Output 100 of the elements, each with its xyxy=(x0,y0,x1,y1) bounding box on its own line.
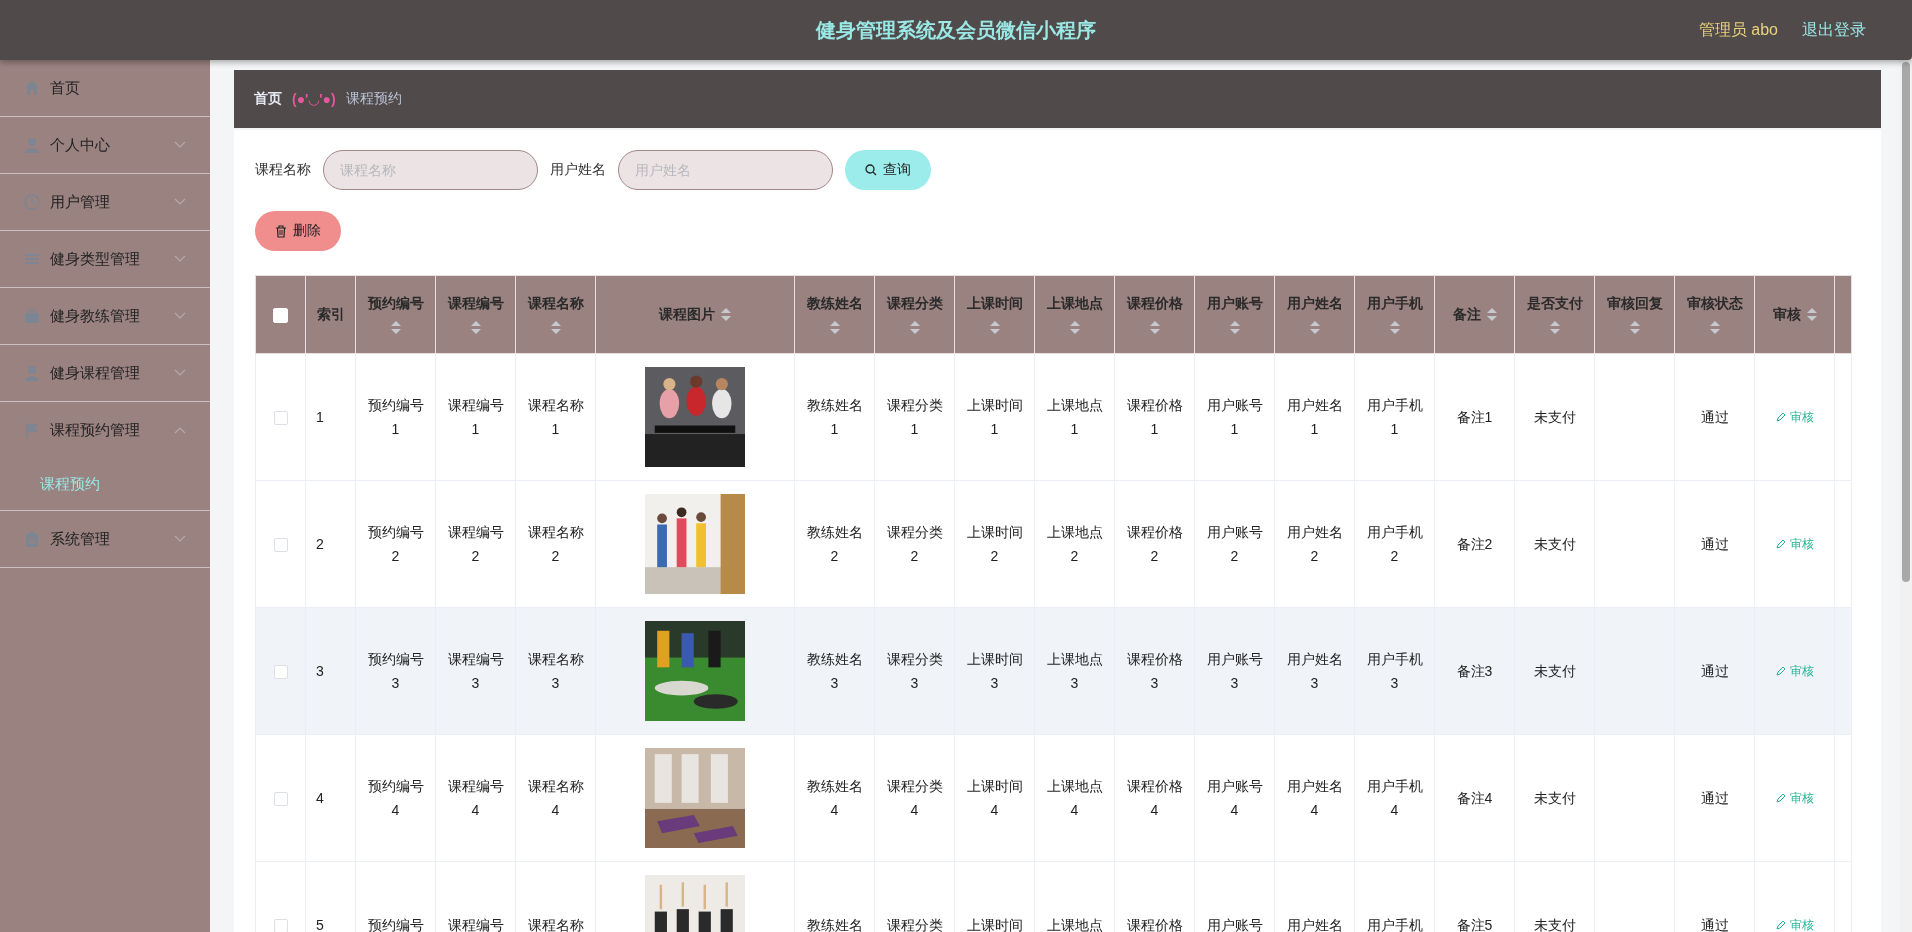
table-cell-text: 用户姓名 4 xyxy=(1285,777,1344,820)
sort-icon[interactable] xyxy=(550,321,561,334)
sort-icon[interactable] xyxy=(1069,321,1080,334)
sort-icon[interactable] xyxy=(721,308,731,321)
review-link[interactable]: 审核 xyxy=(1775,662,1814,680)
table-row[interactable]: 3 预约编号 3 课程编号 3 课程名称 3 教练姓名 3 课程分类 3 上课时间 3 上课地点 3 课程价格 3 用户账号 3 用户姓名 3 用户手机 3 备注3 未支付 通过 审核 xyxy=(255,607,1852,735)
table-cell-text: 课程名称 3 xyxy=(526,650,585,693)
table-cell-text: 课程价格 3 xyxy=(1125,650,1184,693)
table-row[interactable]: 2 预约编号 2 课程编号 2 课程名称 2 教练姓名 2 课程分类 2 上课时间 2 上课地点 2 课程价格 2 用户账号 2 用户姓名 2 用户手机 2 备注2 未支付 通过 审核 xyxy=(255,480,1852,608)
sidebar-subitem[interactable]: 课程预约 xyxy=(0,458,210,510)
table-cell-text: 用户手机 xyxy=(1366,916,1423,932)
sidebar-item[interactable]: 健身课程管理 xyxy=(0,345,210,401)
table-cell-text: 教练姓名 1 xyxy=(805,396,864,439)
checkbox[interactable] xyxy=(273,411,288,426)
table-cell-text: 未支付 xyxy=(1533,789,1576,808)
admin-name: 管理员 abo xyxy=(1698,19,1778,40)
review-link[interactable]: 审核 xyxy=(1775,408,1814,426)
sidebar-item[interactable]: 用户管理 xyxy=(0,174,210,230)
sort-icon[interactable] xyxy=(1629,321,1640,334)
sort-icon[interactable] xyxy=(1806,308,1817,321)
sidebar-item[interactable]: 个人中心 xyxy=(0,117,210,173)
column-header: 索引 xyxy=(305,275,356,354)
column-header[interactable]: 用户姓名 xyxy=(1274,275,1355,354)
column-header[interactable]: 预约编号 xyxy=(355,275,436,354)
table-cell-text: 备注1 xyxy=(1456,408,1493,427)
column-header[interactable]: 课程图片 xyxy=(595,275,795,354)
edit-icon xyxy=(1775,412,1786,422)
table-cell-text: 教练姓名 2 xyxy=(805,523,864,566)
sort-icon[interactable] xyxy=(989,321,1000,334)
sort-icon[interactable] xyxy=(1229,321,1240,334)
table-cell-text: 未支付 xyxy=(1533,916,1576,932)
review-link[interactable]: 审核 xyxy=(1775,535,1814,553)
table-cell-text: 课程名称 xyxy=(527,916,584,932)
sort-icon[interactable] xyxy=(1149,321,1160,334)
column-header[interactable]: 课程编号 xyxy=(435,275,516,354)
table-row[interactable]: 1 预约编号 1 课程编号 1 课程名称 1 教练姓名 1 课程分类 1 上课时间 1 上课地点 1 课程价格 1 用户账号 1 用户姓名 1 用户手机 1 备注1 未支付 通过 审核 xyxy=(255,353,1852,481)
column-header[interactable]: 课程名称 xyxy=(515,275,596,354)
sidebar-item[interactable]: 系统管理 xyxy=(0,511,210,567)
sort-icon[interactable] xyxy=(829,321,840,334)
breadcrumb-link[interactable]: 首页 xyxy=(254,90,282,108)
column-header[interactable]: 备注 xyxy=(1434,275,1515,354)
table-row[interactable]: 4 预约编号 4 课程编号 4 课程名称 4 教练姓名 4 课程分类 4 上课时间 4 上课地点 4 课程价格 4 用户账号 4 用户姓名 4 用户手机 4 备注4 未支付 通过 审核 xyxy=(255,734,1852,862)
sort-icon[interactable] xyxy=(1389,321,1400,334)
scrollbar[interactable] xyxy=(1900,60,1912,932)
checkbox[interactable] xyxy=(273,792,288,807)
sidebar-item[interactable]: 课程预约管理 xyxy=(0,402,210,458)
table-cell-text: 1 xyxy=(316,408,324,427)
sort-icon[interactable] xyxy=(1486,308,1497,321)
table-cell-text: 用户手机 4 xyxy=(1365,777,1424,820)
column-header[interactable]: 课程分类 xyxy=(874,275,955,354)
sort-icon[interactable] xyxy=(909,321,920,334)
column-header[interactable]: 审核 xyxy=(1754,275,1835,354)
checkbox[interactable] xyxy=(273,665,288,680)
search-button[interactable]: 查询 xyxy=(845,150,931,190)
table-cell-text: 预约编号 3 xyxy=(366,650,425,693)
sort-icon[interactable] xyxy=(470,321,481,334)
table-cell-text: 用户姓名 xyxy=(1286,916,1343,932)
column-header[interactable]: 是否支付 xyxy=(1514,275,1595,354)
table-cell-text: 2 xyxy=(316,535,324,554)
table-cell-text: 用户手机 1 xyxy=(1365,396,1424,439)
trash-icon xyxy=(275,224,287,238)
logout-link[interactable]: 退出登录 xyxy=(1802,19,1866,41)
clipboard-icon xyxy=(24,531,40,547)
column-header[interactable]: 上课地点 xyxy=(1034,275,1115,354)
edit-icon xyxy=(1775,793,1786,803)
table-cell-text: 通过 xyxy=(1700,662,1729,681)
column-header[interactable]: 用户手机 xyxy=(1354,275,1435,354)
sidebar-item[interactable]: 健身类型管理 xyxy=(0,231,210,287)
sidebar-item[interactable]: 首页 xyxy=(0,60,210,116)
table-cell-text: 课程价格 4 xyxy=(1125,777,1184,820)
table-cell-text: 通过 xyxy=(1700,916,1729,932)
column-header[interactable]: 用户账号 xyxy=(1194,275,1275,354)
sort-icon[interactable] xyxy=(1549,321,1560,334)
table-cell-text: 用户姓名 2 xyxy=(1285,523,1344,566)
table-cell-text: 课程编号 3 xyxy=(446,650,505,693)
column-header[interactable]: 审核回复 xyxy=(1594,275,1675,354)
table-cell-text: 课程编号 xyxy=(447,916,504,932)
sort-icon[interactable] xyxy=(390,321,401,334)
table-cell-text: 上课时间 3 xyxy=(965,650,1024,693)
checkbox[interactable] xyxy=(273,919,288,932)
table-cell-text: 上课地点 4 xyxy=(1045,777,1104,820)
column-header[interactable]: 课程价格 xyxy=(1114,275,1195,354)
table-cell-text: 用户账号 xyxy=(1206,916,1263,932)
table-row[interactable]: 5 预约编号 课程编号 课程名称 教练姓名 课程分类 上课时间 上课地点 课程价格 用户账号 用户姓名 用户手机 备注5 未支付 通过 审核 xyxy=(255,861,1852,932)
column-header[interactable]: 教练姓名 xyxy=(794,275,875,354)
table-cell-text: 课程分类 2 xyxy=(885,523,944,566)
review-link[interactable]: 审核 xyxy=(1775,789,1814,807)
table-cell-text: 用户姓名 1 xyxy=(1285,396,1344,439)
column-header[interactable]: 审核状态 xyxy=(1674,275,1755,354)
table-cell-text: 课程编号 4 xyxy=(446,777,505,820)
sort-icon[interactable] xyxy=(1709,321,1720,334)
sidebar-item[interactable]: 健身教练管理 xyxy=(0,288,210,344)
app-title: 健身管理系统及会员微信小程序 xyxy=(816,17,1096,43)
delete-button[interactable]: 删除 xyxy=(255,211,341,251)
breadcrumb-separator: (●'◡'●) xyxy=(292,91,336,107)
review-link[interactable]: 审核 xyxy=(1775,916,1814,932)
checkbox[interactable] xyxy=(273,538,288,553)
column-header[interactable]: 上课时间 xyxy=(954,275,1035,354)
sort-icon[interactable] xyxy=(1309,321,1320,334)
table-cell-text: 上课时间 xyxy=(966,916,1023,932)
